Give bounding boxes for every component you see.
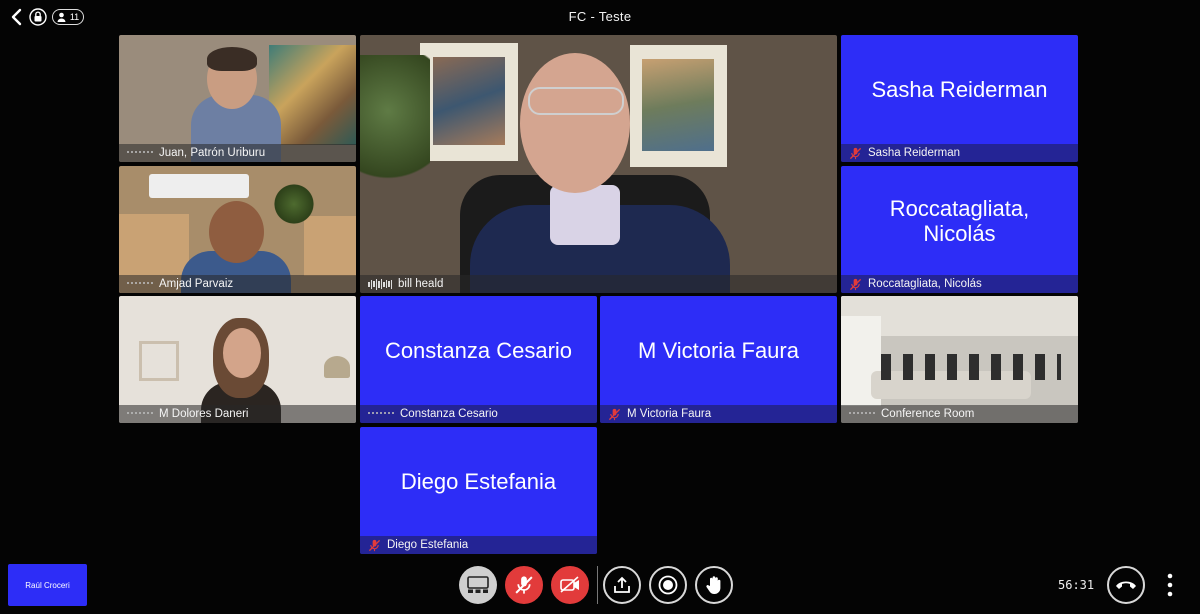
mic-off-icon (849, 147, 862, 159)
video-tile-conference-room[interactable]: Conference Room (841, 296, 1078, 423)
shelf-right (304, 216, 356, 276)
wall-picture-right (630, 45, 727, 167)
participant-name: bill heald (398, 278, 444, 290)
video-tile-amjad-parvaiz[interactable]: Amjad Parvaiz (119, 166, 356, 293)
top-bar: 11 FC - Teste (0, 0, 1200, 34)
audio-wave-icon (368, 278, 392, 290)
name-bar: Amjad Parvaiz (119, 275, 356, 293)
raise-hand-button[interactable] (695, 566, 733, 604)
more-vertical-icon (1167, 573, 1173, 597)
mic-off-icon (608, 408, 621, 420)
audio-level-icon (368, 412, 394, 416)
avatar-tile-diego-estefania[interactable]: Diego Estefania Diego Estefania (360, 427, 597, 554)
display-name-line-1: Roccatagliata, (889, 195, 1030, 221)
lamp (324, 356, 350, 378)
record-button[interactable] (649, 566, 687, 604)
wall-picture-left (420, 43, 518, 161)
camera-button[interactable] (551, 566, 589, 604)
mic-off-icon (368, 539, 381, 551)
participant-head (209, 201, 264, 263)
camera-off-icon (560, 576, 579, 593)
participant-name: Diego Estefania (387, 539, 469, 551)
share-screen-icon (614, 576, 630, 593)
participant-collar (550, 185, 620, 245)
raise-hand-icon (706, 576, 721, 594)
participant-glasses (528, 87, 624, 115)
mute-mic-button[interactable] (505, 566, 543, 604)
hang-up-icon (1116, 581, 1136, 589)
audio-level-icon (127, 282, 153, 286)
participant-name: Juan, Patrón Uriburu (159, 147, 266, 159)
participant-display-name: Sasha Reiderman (871, 77, 1048, 102)
name-bar: Constanza Cesario (360, 405, 597, 423)
hang-up-button[interactable] (1107, 566, 1145, 604)
mic-off-icon (849, 278, 862, 290)
people-group (881, 354, 1061, 380)
record-icon (658, 575, 678, 595)
participant-name: M Dolores Daneri (159, 408, 249, 420)
video-tile-dolores-daneri[interactable]: M Dolores Daneri (119, 296, 356, 423)
avatar-tile-sasha-reiderman[interactable]: Sasha Reiderman Sasha Reiderman (841, 35, 1078, 162)
avatar-tile-constanza-cesario[interactable]: Constanza Cesario Constanza Cesario (360, 296, 597, 423)
participant-display-name: Diego Estefania (400, 469, 557, 494)
avatar-tile-victoria-faura[interactable]: M Victoria Faura M Victoria Faura (600, 296, 837, 423)
layout-icon (467, 576, 489, 593)
participant-display-name: Constanza Cesario (384, 338, 573, 363)
name-bar: Roccatagliata, Nicolás (841, 275, 1078, 293)
plant (360, 55, 430, 195)
participant-name: Conference Room (881, 408, 975, 420)
painting (269, 45, 356, 145)
video-tile-juan[interactable]: Juan, Patrón Uriburu (119, 35, 356, 162)
meeting-title: FC - Teste (568, 9, 632, 24)
name-bar: bill heald (360, 275, 837, 293)
layout-button[interactable] (459, 566, 497, 604)
call-timer: 56:31 (1058, 578, 1095, 592)
participant-head (223, 328, 261, 378)
air-conditioner (149, 174, 249, 198)
participant-display-name: M Victoria Faura (638, 338, 799, 363)
participant-name: Sasha Reiderman (868, 147, 961, 159)
avatar-tile-roccatagliata-nicolas[interactable]: Roccatagliata, Nicolás Roccatagliata, Ni… (841, 166, 1078, 293)
call-controls: 56:31 (0, 564, 1200, 608)
name-bar: Conference Room (841, 405, 1078, 423)
participant-name: Roccatagliata, Nicolás (868, 278, 982, 290)
participant-display-name: Roccatagliata, Nicolás (841, 166, 1078, 275)
wall-frame (139, 341, 179, 381)
audio-level-icon (849, 412, 875, 416)
plant (269, 184, 319, 224)
mic-off-icon (515, 576, 533, 594)
more-options-button[interactable] (1163, 572, 1177, 598)
participant-name: M Victoria Faura (627, 408, 712, 420)
video-tile-bill-heald[interactable]: bill heald (360, 35, 837, 293)
name-bar: M Dolores Daneri (119, 405, 356, 423)
name-bar: Juan, Patrón Uriburu (119, 144, 356, 162)
participant-hair (207, 47, 257, 71)
participant-name: Amjad Parvaiz (159, 278, 234, 290)
audio-level-icon (127, 151, 153, 155)
audio-level-icon (127, 412, 153, 416)
display-name-line-2: Nicolás (923, 220, 996, 246)
participant-head (520, 53, 630, 193)
name-bar: Sasha Reiderman (841, 144, 1078, 162)
share-screen-button[interactable] (603, 566, 641, 604)
participant-name: Constanza Cesario (400, 408, 498, 420)
divider (597, 566, 598, 604)
name-bar: M Victoria Faura (600, 405, 837, 423)
name-bar: Diego Estefania (360, 536, 597, 554)
